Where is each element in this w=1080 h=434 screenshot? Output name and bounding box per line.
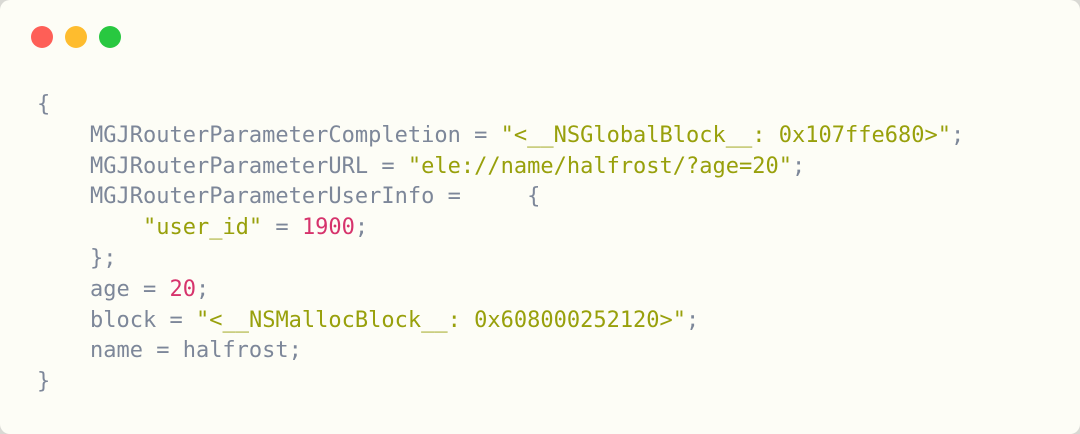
operator: =: [262, 215, 302, 241]
semicolon: ;: [950, 122, 965, 148]
semicolon: ;: [792, 153, 806, 179]
name-line: name = halfrost;: [89, 338, 302, 364]
semicolon: ;: [686, 307, 700, 333]
minimize-button[interactable]: [65, 26, 87, 48]
userinfo-open-brace: {: [527, 184, 541, 210]
window-titlebar: [0, 0, 1080, 72]
code-line: age = 20;: [37, 275, 964, 306]
operator: =: [156, 307, 196, 333]
code-line: MGJRouterParameterURL = "ele://name/half…: [37, 152, 964, 183]
operator: =: [434, 184, 528, 210]
code-line: "user_id" = 1900;: [37, 213, 964, 244]
age-value: 20: [169, 276, 196, 302]
url-key: MGJRouterParameterURL: [89, 153, 369, 179]
open-brace: {: [37, 92, 51, 117]
userinfo-key: MGJRouterParameterUserInfo: [89, 184, 435, 210]
operator: =: [129, 276, 170, 302]
operator: =: [460, 122, 501, 148]
code-line: }: [37, 367, 964, 398]
userinfo-close-brace: };: [89, 245, 117, 271]
semicolon: ;: [195, 276, 210, 302]
completion-value: "<__NSGlobalBlock__: 0x107ffe680>": [500, 122, 951, 148]
block-value: "<__NSMallocBlock__: 0x608000252120>": [195, 307, 687, 333]
zoom-button[interactable]: [99, 26, 121, 48]
close-button[interactable]: [31, 26, 53, 48]
code-window: { MGJRouterParameterCompletion = "<__NSG…: [0, 0, 1080, 434]
close-brace: }: [37, 369, 51, 395]
code-line: };: [37, 244, 964, 275]
code-line: MGJRouterParameterCompletion = "<__NSGlo…: [37, 121, 964, 152]
code-line: {: [37, 90, 964, 121]
completion-key: MGJRouterParameterCompletion: [89, 122, 461, 148]
url-value: "ele://name/halfrost/?age=20": [407, 153, 792, 179]
operator: =: [368, 153, 408, 179]
semicolon: ;: [354, 215, 369, 241]
code-line: block = "<__NSMallocBlock__: 0x608000252…: [37, 306, 964, 337]
user-id-key: "user_id": [142, 215, 263, 241]
code-line: MGJRouterParameterUserInfo = {: [37, 182, 964, 213]
block-key: block: [89, 307, 157, 333]
code-block: { MGJRouterParameterCompletion = "<__NSG…: [37, 90, 964, 398]
age-key: age: [89, 276, 130, 302]
user-id-value: 1900: [301, 215, 355, 241]
code-line: name = halfrost;: [37, 336, 964, 367]
